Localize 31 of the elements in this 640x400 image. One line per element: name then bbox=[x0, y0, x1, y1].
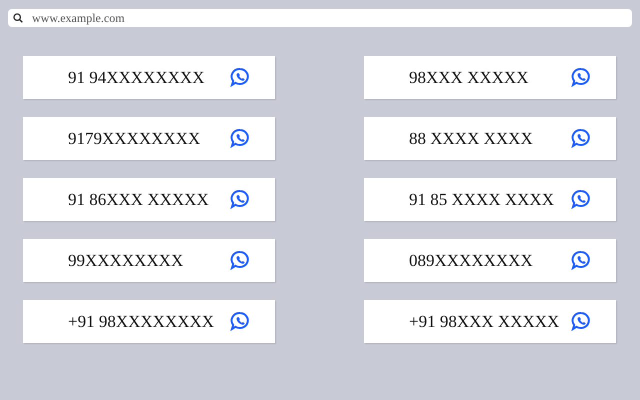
chat-phone-icon bbox=[570, 250, 592, 272]
phone-card[interactable]: 91 86XXX XXXXX bbox=[23, 178, 275, 221]
phone-number: 98XXX XXXXX bbox=[409, 68, 528, 88]
phone-card[interactable]: 9179XXXXXXXX bbox=[23, 117, 275, 160]
chat-phone-icon bbox=[229, 188, 251, 210]
phone-card[interactable]: +91 98XXXXXXXX bbox=[23, 300, 275, 343]
phone-number: 99XXXXXXXX bbox=[68, 250, 184, 270]
phone-number: 91 94XXXXXXXX bbox=[68, 68, 204, 88]
phone-number: 88 XXXX XXXX bbox=[409, 128, 533, 148]
chat-phone-icon bbox=[229, 250, 251, 272]
phone-number: 089XXXXXXXX bbox=[409, 250, 533, 270]
phone-number: +91 98XXX XXXXX bbox=[409, 312, 560, 332]
chat-phone-icon bbox=[570, 128, 592, 150]
phone-number: 91 86XXX XXXXX bbox=[68, 190, 209, 210]
chat-phone-icon bbox=[570, 66, 592, 88]
phone-card[interactable]: 91 94XXXXXXXX bbox=[23, 56, 275, 99]
phone-card[interactable]: 88 XXXX XXXX bbox=[364, 117, 616, 160]
address-field[interactable]: www.example.com bbox=[8, 9, 632, 27]
chat-phone-icon bbox=[229, 310, 251, 332]
chat-phone-icon bbox=[570, 310, 592, 332]
phone-card[interactable]: 99XXXXXXXX bbox=[23, 239, 275, 282]
phone-card[interactable]: 089XXXXXXXX bbox=[364, 239, 616, 282]
chat-phone-icon bbox=[570, 188, 592, 210]
phone-card[interactable]: +91 98XXX XXXXX bbox=[364, 300, 616, 343]
phone-number: 91 85 XXXX XXXX bbox=[409, 190, 554, 210]
phone-number: 9179XXXXXXXX bbox=[68, 128, 200, 148]
phone-card[interactable]: 98XXX XXXXX bbox=[364, 56, 616, 99]
phone-card[interactable]: 91 85 XXXX XXXX bbox=[364, 178, 616, 221]
phone-number: +91 98XXXXXXXX bbox=[68, 312, 214, 332]
chat-phone-icon bbox=[229, 66, 251, 88]
chat-phone-icon bbox=[229, 128, 251, 150]
